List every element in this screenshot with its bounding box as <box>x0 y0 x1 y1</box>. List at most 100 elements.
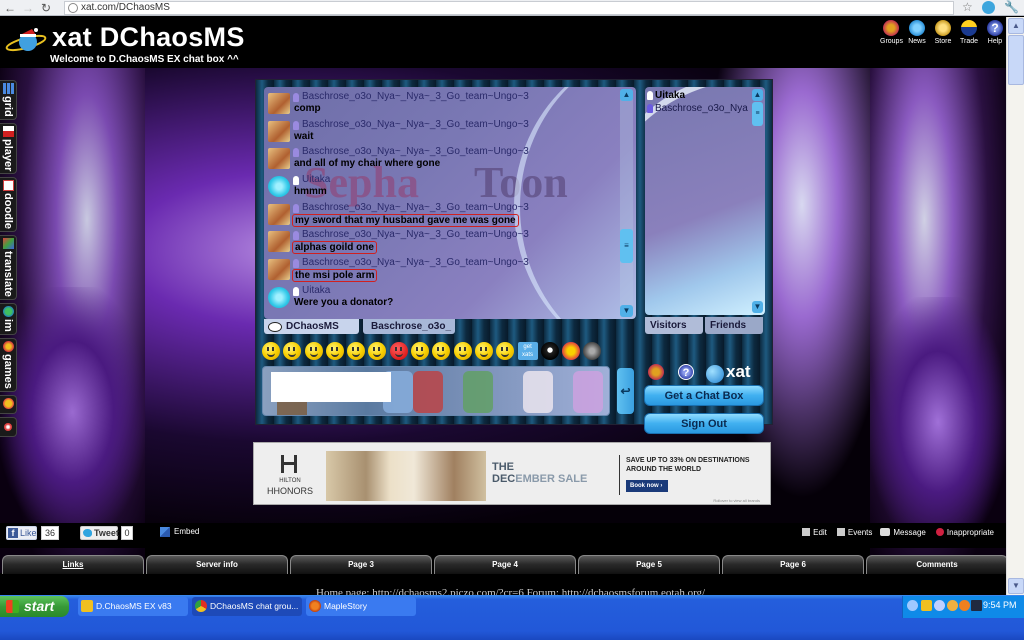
user-avatar[interactable] <box>268 259 290 281</box>
groups-icon[interactable] <box>648 364 664 380</box>
security-shield-icon[interactable] <box>921 600 932 611</box>
side-tab-doodle[interactable]: doodle <box>0 177 17 233</box>
tab-page-6[interactable]: Page 6 <box>722 555 864 574</box>
message-username[interactable]: Baschrose_o3o_Nya~_Nya~_3_Go_team~Ungo~3 <box>302 229 529 240</box>
scroll-down-button[interactable]: ▼ <box>752 301 763 313</box>
tab-friends[interactable]: Friends <box>705 317 763 334</box>
tab-page-5[interactable]: Page 5 <box>578 555 720 574</box>
user-avatar[interactable] <box>268 148 290 170</box>
tray-expand-icon[interactable] <box>907 600 918 611</box>
message-input[interactable] <box>271 372 391 402</box>
facebook-like-button[interactable]: Like <box>6 526 37 540</box>
tab-server-info[interactable]: Server info <box>146 555 288 574</box>
side-tab-smilies[interactable] <box>0 394 17 414</box>
tab-private-chat[interactable]: Baschrose_o3o_ <box>363 319 455 334</box>
scroll-up-button[interactable]: ▲ <box>1008 18 1024 34</box>
confused-smiley-icon[interactable] <box>411 342 430 360</box>
network-icon[interactable] <box>971 600 982 611</box>
back-button[interactable]: ← <box>2 1 18 15</box>
mad-smiley-icon[interactable] <box>389 342 408 360</box>
inappropriate-link[interactable]: Inappropriate <box>935 528 994 537</box>
start-button[interactable]: start <box>0 596 69 617</box>
sign-out-button[interactable]: Sign Out <box>644 413 764 434</box>
clock[interactable]: 9:54 PM <box>983 600 1017 610</box>
side-tab-close[interactable] <box>0 416 17 437</box>
tongue-smiley-icon[interactable] <box>347 342 366 360</box>
taskbar-item[interactable]: D.ChaosMS EX v83 <box>78 597 188 616</box>
xat-logo[interactable]: xat <box>704 362 751 383</box>
book-now-button[interactable]: Book now › <box>626 480 668 492</box>
more-smilies-smiley-icon[interactable] <box>562 342 581 360</box>
page-scrollbar[interactable]: ▲ ▼ <box>1006 17 1024 595</box>
reload-button[interactable]: ↻ <box>38 1 54 15</box>
tab-links[interactable]: Links <box>2 555 144 574</box>
tab-comments[interactable]: Comments <box>866 555 1006 574</box>
nav-help[interactable]: ? Help <box>984 20 1006 45</box>
app-tray-icon[interactable] <box>959 600 970 611</box>
edit-link[interactable]: Edit <box>802 528 827 537</box>
scroll-up-button[interactable]: ▲ <box>620 89 633 101</box>
biggrin-smiley-icon[interactable] <box>283 342 302 360</box>
nav-news[interactable]: News <box>906 20 928 45</box>
scroll-down-button[interactable]: ▼ <box>1008 578 1024 594</box>
frown-smiley-icon[interactable] <box>453 342 472 360</box>
help-icon[interactable]: ? <box>678 364 694 380</box>
message-scrollbar[interactable]: ▲ ≡ ▼ <box>620 89 633 317</box>
tab-page-4[interactable]: Page 4 <box>434 555 576 574</box>
user-avatar[interactable] <box>268 286 290 308</box>
scroll-thumb[interactable] <box>1008 35 1024 85</box>
get-xats-smiley-icon[interactable]: get xats <box>517 342 538 360</box>
side-tab-im[interactable]: im <box>0 303 17 335</box>
message-username[interactable]: Baschrose_o3o_Nya~_Nya~_3_Go_team~Ungo~3 <box>302 91 529 102</box>
taskbar-item[interactable]: MapleStory <box>306 597 416 616</box>
user-tray-icon[interactable] <box>934 600 945 611</box>
sleepy-smiley-icon[interactable] <box>496 342 515 360</box>
user-avatar[interactable] <box>268 231 290 253</box>
side-tab-translate[interactable]: translate <box>0 235 17 301</box>
message-username[interactable]: Uitaka <box>302 174 330 185</box>
user-avatar[interactable] <box>268 176 290 198</box>
message-username[interactable]: Baschrose_o3o_Nya~_Nya~_3_Go_team~Ungo~3 <box>302 119 529 130</box>
nav-groups[interactable]: Groups <box>880 20 903 45</box>
send-button[interactable]: ↩ <box>617 368 634 414</box>
side-tab-games[interactable]: games <box>0 337 17 392</box>
app-tray-icon[interactable] <box>947 600 958 611</box>
embed-link[interactable]: Embed <box>160 527 199 537</box>
user-avatar[interactable] <box>268 120 290 142</box>
user-avatar[interactable] <box>268 203 290 225</box>
side-tab-player[interactable]: player <box>0 122 17 175</box>
get-chat-box-button[interactable]: Get a Chat Box <box>644 385 764 406</box>
xat-logo-icon[interactable] <box>4 25 50 53</box>
tab-visitors[interactable]: Visitors <box>645 317 703 334</box>
scroll-up-button[interactable]: ▲ <box>752 89 763 101</box>
user-list-item[interactable]: Baschrose_o3o_Nya <box>647 102 752 115</box>
8ball-smiley-icon[interactable] <box>540 342 559 360</box>
cool-smiley-icon[interactable] <box>368 342 387 360</box>
ad-banner[interactable]: HILTON HHONORS THE DECEMBER SALE SAVE UP… <box>253 442 771 505</box>
bookmark-star-icon[interactable]: ☆ <box>962 0 973 14</box>
scroll-thumb[interactable]: ≡ <box>620 229 633 263</box>
message-username[interactable]: Baschrose_o3o_Nya~_Nya~_3_Go_team~Ungo~3 <box>302 257 529 268</box>
sound-smiley-icon[interactable] <box>583 342 602 360</box>
user-list-item[interactable]: Uitaka <box>647 89 752 102</box>
message-username[interactable]: Uitaka <box>302 285 330 296</box>
nav-trade[interactable]: Trade <box>958 20 980 45</box>
eek-smiley-icon[interactable] <box>325 342 344 360</box>
events-link[interactable]: Events <box>836 528 872 537</box>
crying-smiley-icon[interactable] <box>474 342 493 360</box>
skype-extension-icon[interactable] <box>982 1 995 14</box>
message-username[interactable]: Baschrose_o3o_Nya~_Nya~_3_Go_team~Ungo~3 <box>302 202 529 213</box>
message-link[interactable]: Message <box>880 528 926 537</box>
user-avatar[interactable] <box>268 93 290 114</box>
side-tab-grid[interactable]: grid <box>0 80 17 120</box>
user-list-scrollbar[interactable]: ▲ ≡ ▼ <box>752 89 763 313</box>
taskbar-item[interactable]: DChaosMS chat grou... <box>192 597 302 616</box>
nav-store[interactable]: Store <box>932 20 954 45</box>
redface-smiley-icon[interactable] <box>432 342 451 360</box>
message-username[interactable]: Baschrose_o3o_Nya~_Nya~_3_Go_team~Ungo~3 <box>302 146 529 157</box>
tweet-button[interactable]: Tweet <box>80 526 119 540</box>
scroll-thumb[interactable]: ≡ <box>752 102 763 126</box>
forward-button[interactable]: → <box>20 1 36 15</box>
tab-main-chat[interactable]: DChaosMS <box>264 319 359 334</box>
wink-smiley-icon[interactable] <box>304 342 323 360</box>
